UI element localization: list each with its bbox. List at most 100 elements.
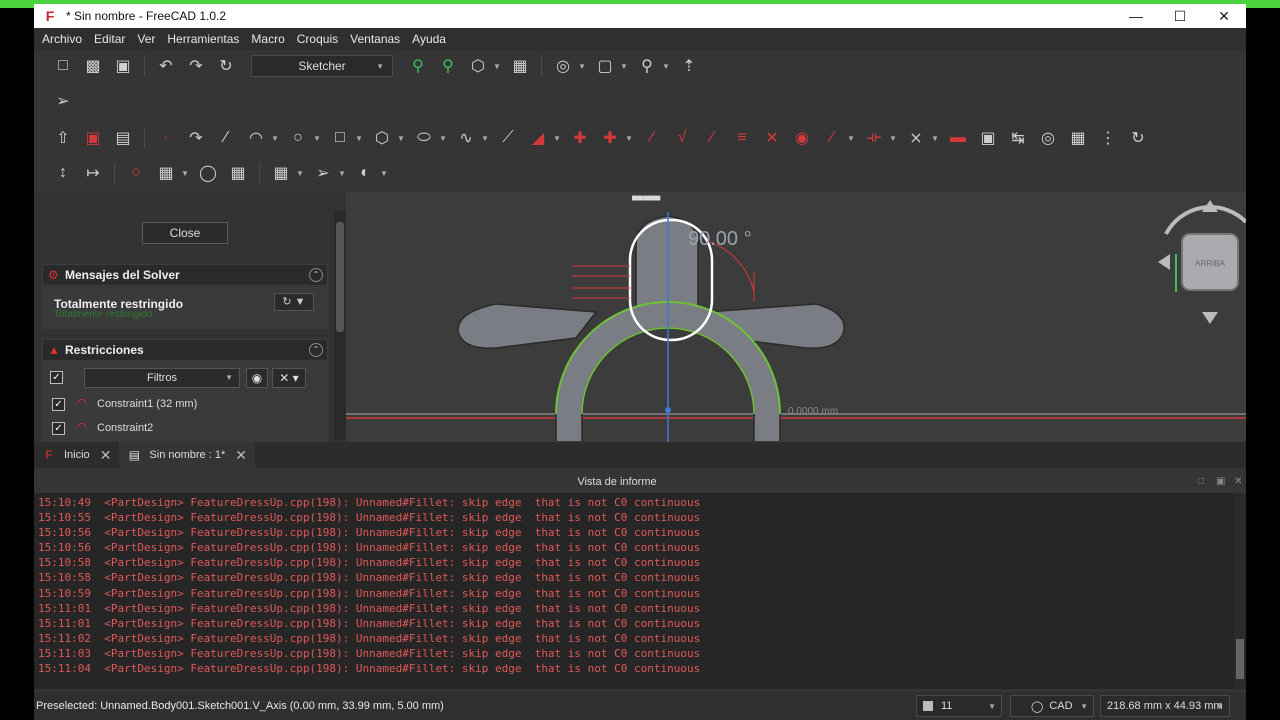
- save-icon[interactable]: ▣: [111, 54, 135, 78]
- open-icon[interactable]: ▩: [81, 54, 105, 78]
- undo-icon[interactable]: ↶: [154, 54, 178, 78]
- more-tools-icon[interactable]: ⋮: [1096, 126, 1120, 150]
- block-constraint-icon[interactable]: ▬: [946, 126, 970, 150]
- select-arrow-icon[interactable]: ➢: [51, 89, 75, 113]
- chevron-down-icon[interactable]: ▼: [481, 134, 489, 143]
- whats-this-icon[interactable]: ⇡: [677, 54, 701, 78]
- select-all-checkbox[interactable]: ✓: [50, 371, 63, 384]
- 3d-view[interactable]: 90.00 ° 0.0000 mm ▄▄▄▄▄ ARRIBA: [346, 192, 1246, 442]
- chevron-down-icon[interactable]: ▼: [397, 134, 405, 143]
- menu-ayuda[interactable]: Ayuda: [412, 32, 446, 46]
- scrollbar-thumb[interactable]: [1236, 639, 1244, 679]
- lock-dimension-icon[interactable]: ↦: [81, 161, 105, 185]
- chevron-down-icon[interactable]: ▼: [620, 62, 628, 71]
- constraint-checkbox[interactable]: ✓: [52, 421, 65, 435]
- solver-refresh-button[interactable]: ↻ ▼: [274, 293, 314, 311]
- solver-messages-header[interactable]: ⚙ Mensajes del Solver ⌃: [42, 264, 328, 286]
- chevron-down-icon[interactable]: ▼: [439, 134, 447, 143]
- dimension-readout[interactable]: 218.68 mm x 44.93 mm ▼: [1100, 695, 1230, 717]
- menu-ver[interactable]: Ver: [137, 32, 155, 46]
- extend-icon[interactable]: ✚: [598, 126, 622, 150]
- distance-icon[interactable]: ↹: [1006, 126, 1030, 150]
- scrollbar-thumb[interactable]: [336, 222, 344, 332]
- layer-selector[interactable]: 11 ▼: [916, 695, 1002, 717]
- chevron-down-icon[interactable]: ▼: [553, 134, 561, 143]
- chevron-down-icon[interactable]: ▼: [625, 134, 633, 143]
- external-geometry-icon[interactable]: ∕: [640, 126, 664, 150]
- std-view-icon[interactable]: ▢: [593, 54, 617, 78]
- task-panel-scrollbar[interactable]: [334, 210, 346, 440]
- perpendicular-icon[interactable]: ⟛: [862, 126, 886, 150]
- refresh-icon[interactable]: ↻: [214, 54, 238, 78]
- chevron-down-icon[interactable]: ▼: [889, 134, 897, 143]
- circle-constraint-icon[interactable]: ○: [124, 161, 148, 185]
- report-scrollbar[interactable]: [1234, 493, 1246, 689]
- chevron-down-icon[interactable]: ▼: [355, 134, 363, 143]
- chevron-down-icon[interactable]: ▼: [380, 169, 388, 178]
- tab-sin-nombre[interactable]: ▤ Sin nombre : 1* ✕: [119, 442, 255, 468]
- coincident-icon[interactable]: ≡: [730, 126, 754, 150]
- dimension-icon[interactable]: ↕: [51, 161, 75, 185]
- split-icon[interactable]: ∕: [700, 126, 724, 150]
- constraint-row[interactable]: ✓ ◠ Constraint1 (32 mm): [52, 394, 197, 414]
- isometric-view-icon[interactable]: ⬡: [466, 54, 490, 78]
- view-sketch-icon[interactable]: ▣: [81, 126, 105, 150]
- new-document-icon[interactable]: □: [51, 54, 75, 78]
- workbench-selector[interactable]: Sketcher ▼: [251, 55, 393, 77]
- grid-icon[interactable]: ▦: [269, 161, 293, 185]
- chevron-down-icon[interactable]: ▼: [313, 134, 321, 143]
- menu-archivo[interactable]: Archivo: [42, 32, 82, 46]
- close-icon[interactable]: ✕: [235, 447, 247, 464]
- slot-icon[interactable]: ⬭: [412, 126, 436, 150]
- navigation-style-selector[interactable]: ◯ CAD ▼: [1010, 695, 1094, 717]
- rectangle-icon[interactable]: □: [328, 126, 352, 150]
- arrow-left-icon[interactable]: [1158, 254, 1170, 270]
- select-elements-icon[interactable]: ▦: [154, 161, 178, 185]
- visibility-eye-button[interactable]: ◉: [246, 368, 268, 388]
- chevron-down-icon[interactable]: ▼: [181, 169, 189, 178]
- menu-editar[interactable]: Editar: [94, 32, 125, 46]
- constraints-header[interactable]: ▲ Restricciones ⌃: [42, 339, 328, 361]
- minimize-button[interactable]: —: [1114, 4, 1158, 28]
- close-window-button[interactable]: ✕: [1202, 4, 1246, 28]
- float-icon[interactable]: □: [1198, 476, 1204, 487]
- close-icon[interactable]: ✕: [100, 447, 112, 464]
- render-order-icon[interactable]: ◐: [353, 161, 377, 185]
- chevron-down-icon[interactable]: ▼: [296, 169, 304, 178]
- collapse-icon[interactable]: ⌃: [309, 268, 323, 282]
- horizontal-icon[interactable]: ✕: [760, 126, 784, 150]
- chevron-down-icon[interactable]: ▼: [578, 62, 586, 71]
- polygon-icon[interactable]: ⬡: [370, 126, 394, 150]
- maximize-button[interactable]: ☐: [1158, 4, 1202, 28]
- fit-all-icon[interactable]: ⚲: [406, 54, 430, 78]
- chevron-down-icon[interactable]: ▼: [931, 134, 939, 143]
- chevron-down-icon[interactable]: ▼: [271, 134, 279, 143]
- fillet-icon[interactable]: ◢: [526, 126, 550, 150]
- lock-icon[interactable]: ▦: [1066, 126, 1090, 150]
- leave-sketch-icon[interactable]: ⇧: [51, 126, 75, 150]
- point-icon[interactable]: ·: [154, 126, 178, 150]
- radius-icon[interactable]: ◎: [1036, 126, 1060, 150]
- sketch-canvas[interactable]: 90.00 ° 0.0000 mm ▄▄▄▄▄ ARRIBA: [346, 192, 1246, 442]
- chevron-down-icon[interactable]: ▼: [493, 62, 501, 71]
- polyline-icon[interactable]: ↷: [184, 126, 208, 150]
- tab-inicio[interactable]: F Inicio ✕: [34, 442, 119, 468]
- offset-icon[interactable]: ◯: [196, 161, 220, 185]
- settings-tools-button[interactable]: ✕ ▾: [272, 368, 306, 388]
- report-view[interactable]: 15:10:49 <PartDesign> FeatureDressUp.cpp…: [34, 493, 1234, 689]
- chevron-down-icon[interactable]: ▼: [847, 134, 855, 143]
- parallel-icon[interactable]: ∕: [820, 126, 844, 150]
- view-section-icon[interactable]: ▤: [111, 126, 135, 150]
- trim-icon[interactable]: ✚: [568, 126, 592, 150]
- fit-selection-icon[interactable]: ⚲: [436, 54, 460, 78]
- line-icon[interactable]: ∕: [214, 126, 238, 150]
- snap-icon[interactable]: ➢: [311, 161, 335, 185]
- menu-croquis[interactable]: Croquis: [297, 32, 338, 46]
- symmetric-icon[interactable]: ⨯: [904, 126, 928, 150]
- arrow-down-icon[interactable]: [1202, 312, 1218, 324]
- collapse-icon[interactable]: ⌃: [309, 343, 323, 357]
- navigation-cube[interactable]: ARRIBA: [1158, 200, 1246, 324]
- rotate-icon[interactable]: ↻: [1126, 126, 1150, 150]
- measure-icon[interactable]: ⚲: [635, 54, 659, 78]
- construction-toggle-icon[interactable]: ⟋: [496, 126, 520, 150]
